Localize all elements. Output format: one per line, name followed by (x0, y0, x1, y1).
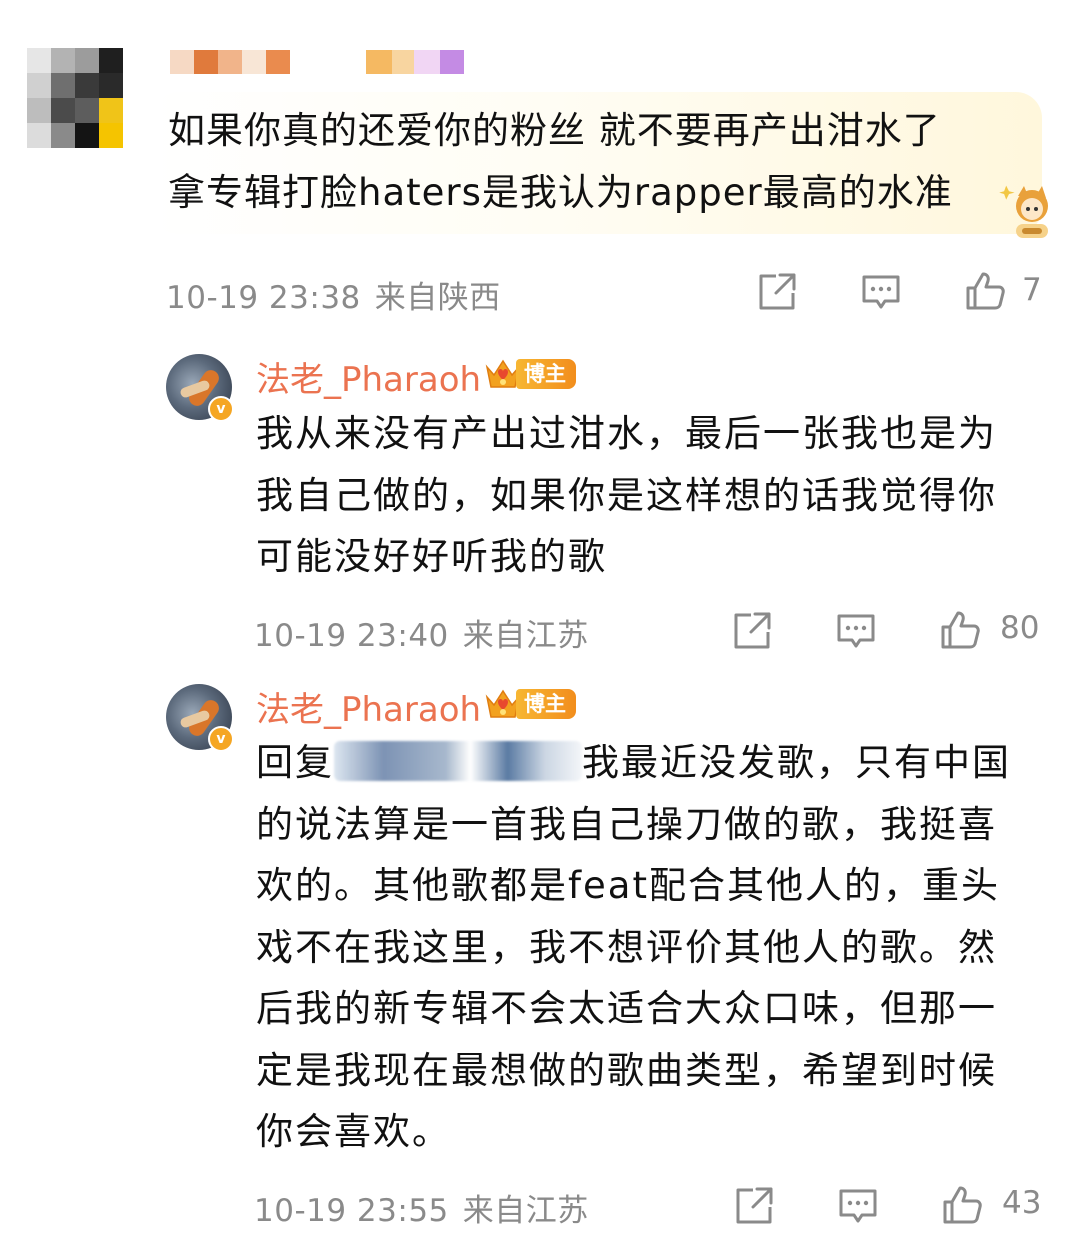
blogger-badge: 博主 (516, 689, 576, 719)
reply-line: 我从来没有产出过泔水，最后一张我也是为 (256, 412, 997, 455)
share-icon[interactable] (756, 271, 798, 313)
reply-location: 来自江苏 (462, 618, 589, 654)
commenter-name-pixelated[interactable] (170, 50, 470, 76)
main-comment-meta: 10-19 23:38 来自陕西 (166, 272, 501, 317)
reply-line: 可能没好好听我的歌 (256, 535, 607, 578)
comment-icon[interactable] (835, 610, 877, 652)
verified-icon: v (208, 726, 234, 752)
bubble-sticker-character-icon (998, 180, 1056, 242)
main-comment-line: 如果你真的还爱你的粉丝 就不要再产出泔水了 (168, 109, 941, 152)
reply-line: 我最近没发歌，只有中国 (582, 741, 1011, 784)
reply-line: 定是我现在最想做的歌曲类型，希望到时候 (256, 1048, 997, 1092)
share-icon[interactable] (731, 610, 773, 652)
verified-icon: v (208, 396, 234, 422)
main-comment-like-count: 7 (1022, 272, 1042, 308)
reply-meta: 10-19 23:40 来自江苏 (254, 610, 589, 655)
reply-meta: 10-19 23:55 来自江苏 (254, 1185, 589, 1230)
reply-prefix: 回复 (256, 741, 334, 784)
reply-like-count: 80 (1000, 610, 1040, 646)
like-icon[interactable] (941, 1184, 983, 1226)
reply-username[interactable]: 法老_Pharaoh (256, 682, 481, 731)
reply-line: 你会喜欢。 (256, 1110, 451, 1153)
comment-icon[interactable] (860, 271, 902, 313)
reply-line: 戏不在我这里，我不想评价其他人的歌。然 (256, 925, 997, 969)
reply-line: 的说法算是一首我自己操刀做的歌，我挺喜 (256, 802, 997, 846)
like-icon[interactable] (964, 270, 1006, 312)
main-comment-time: 10-19 23:38 (166, 280, 361, 316)
reply-first-line: 回复 我最近没发歌，只有中国 (256, 732, 1046, 794)
share-icon[interactable] (733, 1185, 775, 1227)
commenter-avatar-pixelated[interactable] (27, 48, 123, 148)
reply-line: 欢的。其他歌都是feat配合其他人的，重头 (256, 864, 1000, 907)
reply-time: 10-19 23:40 (254, 618, 449, 654)
like-icon[interactable] (939, 609, 981, 651)
reply-like-count: 43 (1002, 1185, 1042, 1221)
reply-text: 我从来没有产出过泔水，最后一张我也是为 我自己做的，如果你是这样想的话我觉得你 … (256, 403, 1046, 588)
reply-username[interactable]: 法老_Pharaoh (256, 352, 481, 401)
reply-line: 我自己做的，如果你是这样想的话我觉得你 (256, 473, 997, 517)
main-comment-line: 拿专辑打脸haters是我认为rapper最高的水准 (168, 171, 953, 214)
reply-text: 回复 我最近没发歌，只有中国 的说法算是一首我自己操刀做的歌，我挺喜 欢的。其他歌… (256, 732, 1046, 1163)
comment-icon[interactable] (837, 1185, 879, 1227)
blogger-badge: 博主 (516, 359, 576, 389)
replied-username-blurred[interactable] (334, 741, 582, 781)
main-comment-text: 如果你真的还爱你的粉丝 就不要再产出泔水了 拿专辑打脸haters是我认为rap… (168, 100, 1028, 224)
reply-line: 后我的新专辑不会太适合大众口味，但那一 (256, 987, 997, 1030)
reply-location: 来自江苏 (462, 1193, 589, 1229)
main-comment-location: 来自陕西 (374, 280, 501, 316)
reply-time: 10-19 23:55 (254, 1193, 449, 1229)
